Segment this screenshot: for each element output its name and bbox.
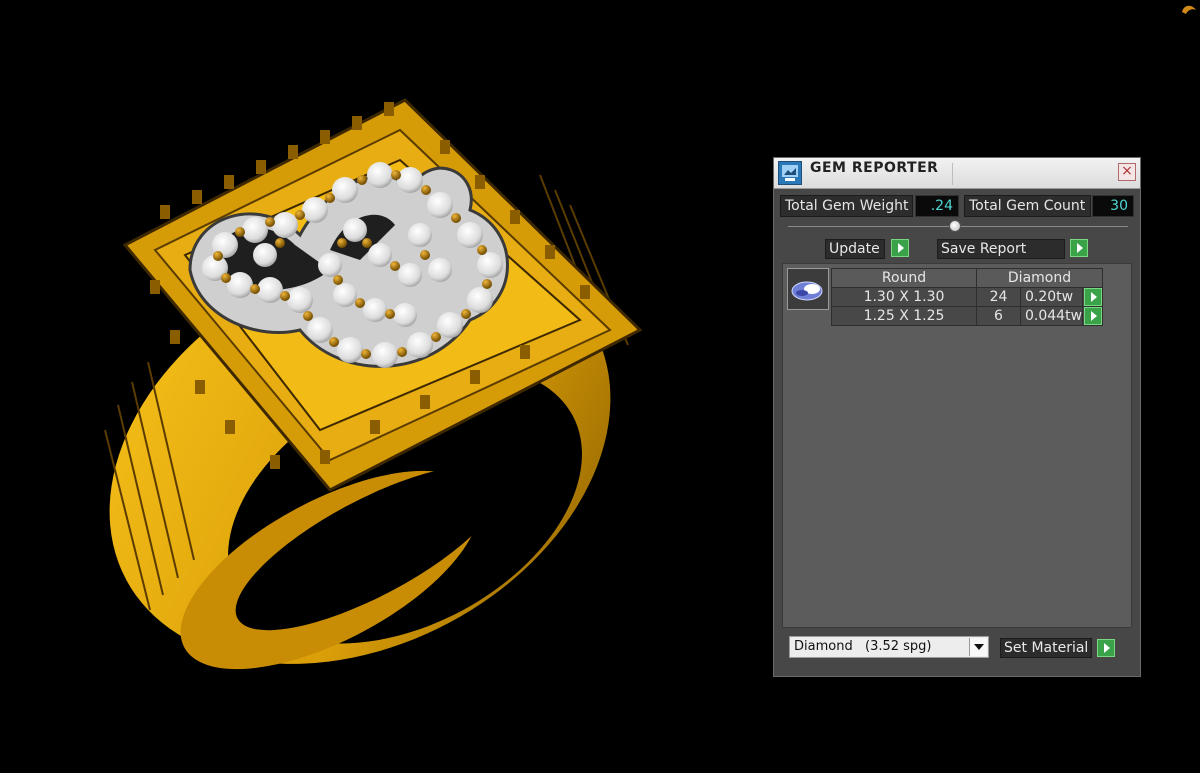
gem-table: Round Diamond 1.30 X 1.30 24 0.20tw 1.25… xyxy=(831,268,1104,326)
total-gem-count-value: 30 xyxy=(1092,195,1134,217)
gem-weight-cell: 0.20tw xyxy=(1019,287,1084,307)
material-name: Diamond xyxy=(794,639,853,654)
set-material-button[interactable]: Set Material xyxy=(1000,638,1092,658)
material-header: Diamond xyxy=(975,268,1104,288)
total-gem-weight-label: Total Gem Weight xyxy=(780,195,913,217)
gem-list[interactable]: Round Diamond 1.30 X 1.30 24 0.20tw 1.25… xyxy=(782,263,1132,628)
update-go-icon[interactable] xyxy=(891,239,909,257)
gem-count-cell: 6 xyxy=(976,306,1021,326)
ring-model[interactable] xyxy=(37,98,683,747)
table-row[interactable]: 1.25 X 1.25 6 0.044tw xyxy=(831,306,1104,326)
slider-handle[interactable] xyxy=(949,220,961,232)
gem-table-header: Round Diamond xyxy=(831,268,1104,288)
gem-count-cell: 24 xyxy=(976,287,1021,307)
row-go-icon[interactable] xyxy=(1084,288,1103,306)
gem-size-cell: 1.30 X 1.30 xyxy=(831,287,977,307)
panel-title: GEM REPORTER xyxy=(810,160,939,176)
total-gem-count-label: Total Gem Count xyxy=(964,195,1091,217)
chevron-down-icon[interactable] xyxy=(969,638,987,656)
shape-header: Round xyxy=(831,268,977,288)
gem-size-cell: 1.25 X 1.25 xyxy=(831,306,977,326)
table-row[interactable]: 1.30 X 1.30 24 0.20tw xyxy=(831,287,1104,307)
set-material-go-icon[interactable] xyxy=(1097,639,1115,657)
round-gem-icon[interactable] xyxy=(787,268,829,310)
save-report-go-icon[interactable] xyxy=(1070,239,1088,257)
save-report-button[interactable]: Save Report xyxy=(937,239,1065,259)
material-spg: (3.52 spg) xyxy=(865,639,932,654)
titlebar[interactable]: GEM REPORTER × xyxy=(774,158,1140,189)
update-button[interactable]: Update xyxy=(825,239,885,259)
gem-weight-cell: 0.044tw xyxy=(1019,306,1084,326)
corner-logo-icon xyxy=(1182,5,1196,14)
gem-reporter-panel: GEM REPORTER × Total Gem Weight .24 Tota… xyxy=(773,157,1141,677)
close-button[interactable]: × xyxy=(1118,163,1136,181)
title-divider xyxy=(952,163,953,185)
row-go-icon[interactable] xyxy=(1084,307,1103,325)
material-select[interactable]: Diamond (3.52 spg) xyxy=(789,636,989,658)
total-gem-weight-value: .24 xyxy=(915,195,959,217)
gem-reporter-app-icon xyxy=(778,161,802,185)
